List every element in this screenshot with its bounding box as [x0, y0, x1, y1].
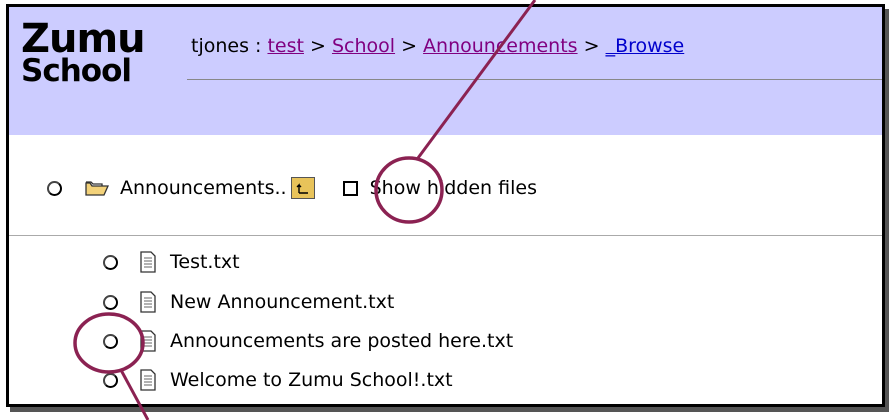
annotation-pointer-top: [416, 0, 537, 159]
annotation-pointer-bottom: [119, 369, 150, 420]
annotation-circle-up-folder: [374, 156, 444, 224]
annotation-circle-radio: [73, 312, 145, 374]
annotation-overlay: [73, 0, 537, 420]
